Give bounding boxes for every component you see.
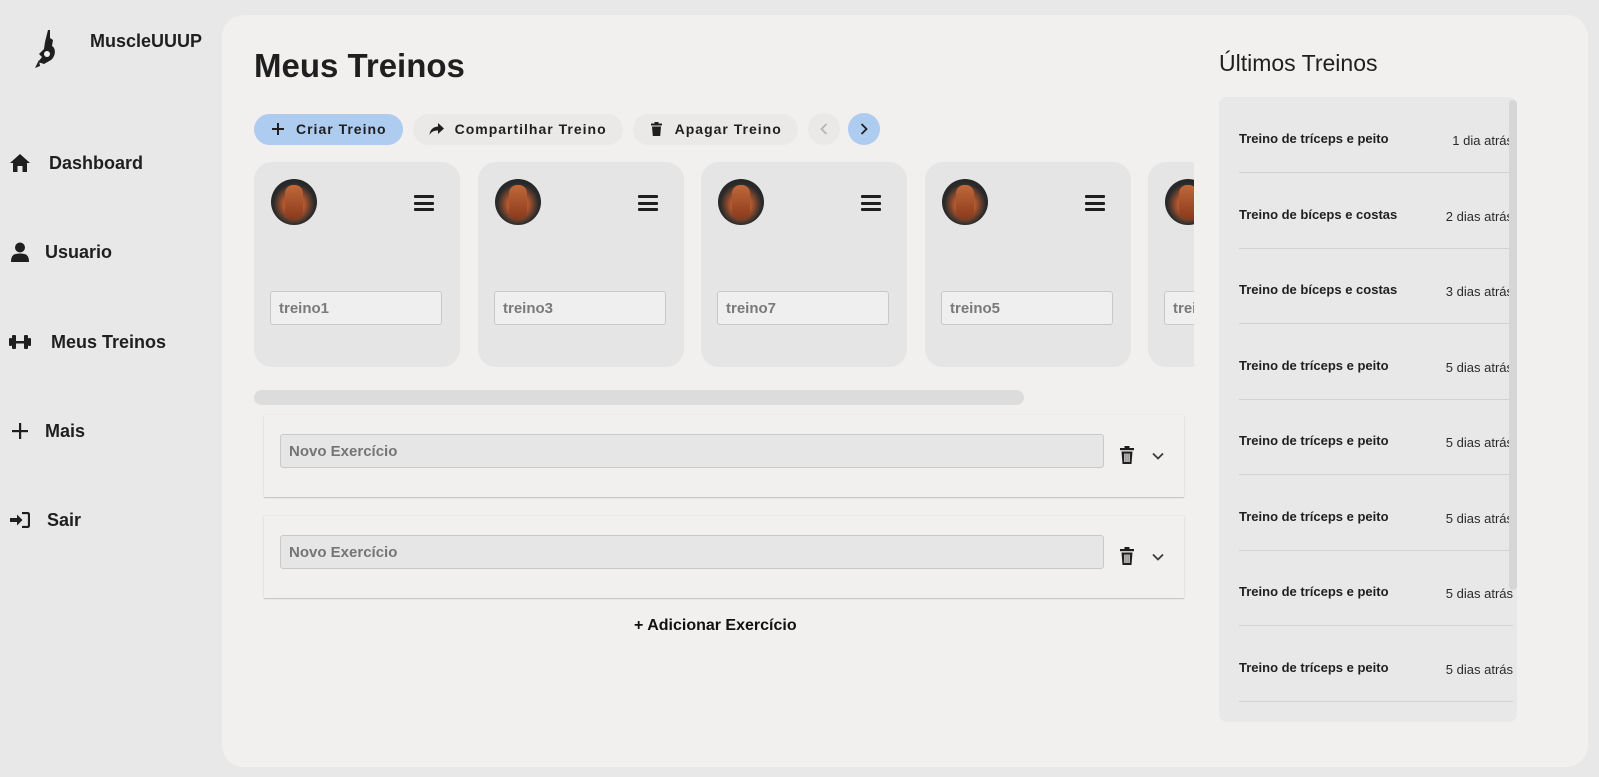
carousel-scrollbar[interactable] (254, 390, 1024, 405)
exercise-row (264, 516, 1184, 598)
recent-workouts-list: Treino de tríceps e peito 1 dia atrás Tr… (1219, 97, 1517, 722)
recent-item-time: 2 dias atrás (1445, 209, 1513, 224)
share-workout-label: Compartilhar Treino (454, 121, 607, 137)
recent-item-name: Treino de bíceps e costas (1239, 282, 1398, 297)
workout-name-input[interactable] (270, 291, 442, 325)
workout-card[interactable] (254, 162, 460, 367)
delete-workout-label: Apagar Treino (674, 121, 782, 137)
workout-name-input[interactable] (717, 291, 889, 325)
share-icon (429, 121, 445, 137)
recent-title: Últimos Treinos (1219, 50, 1378, 76)
sidebar-item-label: Mais (45, 420, 86, 441)
recent-item-name: Treino de tríceps e peito (1239, 433, 1389, 448)
workout-avatar (495, 179, 541, 225)
brand[interactable]: MuscleUUUP (30, 24, 202, 72)
sidebar-item-meus-treinos[interactable]: Meus Treinos (9, 331, 166, 353)
create-workout-button[interactable]: Criar Treino (254, 113, 403, 145)
trash-icon (649, 121, 665, 137)
sidebar-item-label: Dashboard (49, 152, 144, 173)
recent-item-time: 3 dias atrás (1445, 284, 1513, 299)
plus-icon (270, 121, 286, 137)
recent-item[interactable]: Treino de bíceps e costas 3 dias atrás (1239, 248, 1513, 324)
recent-item-time: 5 dias atrás (1445, 586, 1513, 601)
home-icon (9, 152, 31, 174)
create-workout-label: Criar Treino (296, 121, 387, 137)
recent-item[interactable]: Treino de tríceps e peito 1 dia atrás (1239, 97, 1513, 173)
workout-name-input[interactable] (1164, 291, 1194, 325)
recent-item-time: 5 dias atrás (1445, 662, 1513, 677)
chevron-down-icon[interactable] (1151, 550, 1165, 564)
sidebar-item-usuario[interactable]: Usuario (9, 241, 112, 263)
menu-icon[interactable] (638, 195, 658, 211)
plus-icon (9, 420, 31, 442)
workout-name-input[interactable] (494, 291, 666, 325)
chevron-down-icon[interactable] (1151, 449, 1165, 463)
recent-item-time: 5 dias atrás (1445, 511, 1513, 526)
recent-item-name: Treino de tríceps e peito (1239, 131, 1389, 146)
sidebar-item-label: Meus Treinos (51, 331, 167, 352)
recent-item-time: 1 dia atrás (1452, 133, 1513, 148)
exercise-name-input[interactable] (280, 535, 1104, 569)
trash-icon[interactable] (1119, 446, 1135, 464)
recent-item[interactable]: Treino de tríceps e peito 5 dias atrás (1239, 550, 1513, 626)
workout-name-input[interactable] (941, 291, 1113, 325)
chevron-left-icon (819, 123, 827, 135)
sidebar: MuscleUUUP Dashboard Usuario Meus Treino… (0, 0, 222, 777)
recent-item-name: Treino de tríceps e peito (1239, 584, 1389, 599)
recent-scrollbar[interactable] (1509, 100, 1517, 590)
recent-item[interactable]: Treino de tríceps e peito 5 dias atrás (1239, 399, 1513, 475)
recent-item-time: 5 dias atrás (1445, 435, 1513, 450)
user-icon (9, 241, 31, 263)
next-button[interactable] (847, 113, 880, 145)
sidebar-item-mais[interactable]: Mais (9, 420, 85, 442)
muscle-logo-icon (35, 30, 55, 68)
workout-card[interactable] (701, 162, 907, 367)
workout-avatar (1165, 179, 1194, 225)
sidebar-item-sair[interactable]: Sair (9, 509, 81, 531)
workout-avatar (942, 179, 988, 225)
toolbar: Criar Treino Compartilhar Treino Apagar … (254, 113, 888, 145)
recent-item[interactable]: Treino de tríceps e peito 5 dias atrás (1239, 475, 1513, 551)
workout-carousel (254, 162, 1194, 378)
brand-name: MuscleUUUP (90, 31, 203, 51)
menu-icon[interactable] (414, 195, 434, 211)
recent-item[interactable]: Treino de bíceps e costas 2 dias atrás (1239, 173, 1513, 249)
recent-item[interactable]: Treino de tríceps e peito 5 dias atrás (1239, 324, 1513, 400)
prev-button[interactable] (807, 113, 840, 145)
recent-item-name: Treino de tríceps e peito (1239, 509, 1389, 524)
sidebar-item-label: Sair (47, 509, 82, 530)
recent-item-name: Treino de bíceps e costas (1239, 207, 1398, 222)
recent-item-name: Treino de tríceps e peito (1239, 358, 1389, 373)
menu-icon[interactable] (1085, 195, 1105, 211)
sidebar-item-label: Usuario (45, 241, 113, 262)
page-title: Meus Treinos (254, 47, 465, 84)
dumbbell-icon (9, 331, 31, 353)
share-workout-button[interactable]: Compartilhar Treino (412, 113, 623, 145)
workout-avatar (718, 179, 764, 225)
workout-card[interactable] (1148, 162, 1194, 367)
sidebar-item-dashboard[interactable]: Dashboard (9, 152, 143, 174)
sign-in-icon (9, 509, 31, 531)
chevron-right-icon (860, 123, 868, 135)
workout-card[interactable] (478, 162, 684, 367)
workout-card[interactable] (925, 162, 1131, 367)
menu-icon[interactable] (861, 195, 881, 211)
workout-avatar (271, 179, 317, 225)
exercise-row (264, 415, 1184, 497)
add-exercise-button[interactable]: + Adicionar Exercício (634, 617, 797, 635)
recent-item-time: 5 dias atrás (1445, 360, 1513, 375)
exercise-name-input[interactable] (280, 434, 1104, 468)
recent-item-name: Treino de tríceps e peito (1239, 660, 1389, 675)
delete-workout-button[interactable]: Apagar Treino (632, 113, 798, 145)
recent-item[interactable]: Treino de tríceps e peito 5 dias atrás (1239, 626, 1513, 702)
trash-icon[interactable] (1119, 547, 1135, 565)
main-panel: Meus Treinos Criar Treino Compartilhar T… (222, 15, 1588, 767)
